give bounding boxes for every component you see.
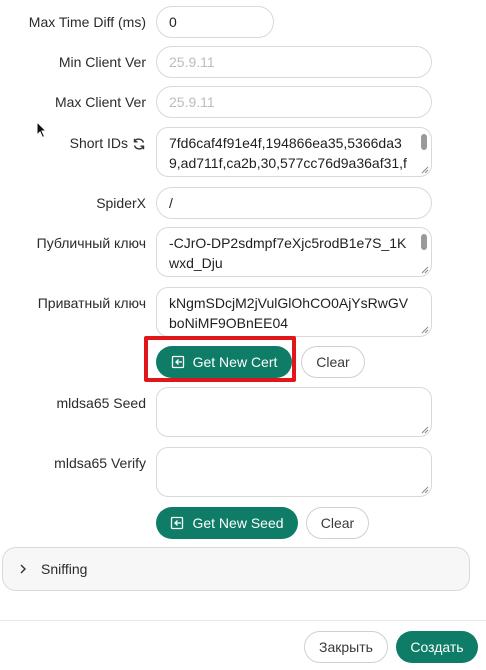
private-key-value: kNgmSDcjM2jVulGlOhCO0AjYsRwGVboNiMF9OBnE…: [169, 295, 409, 331]
get-new-seed-button[interactable]: Get New Seed: [156, 507, 298, 539]
max-client-ver-input[interactable]: 25.9.11: [156, 86, 432, 118]
public-key-label: Публичный ключ: [36, 235, 146, 251]
max-client-ver-label: Max Client Ver: [54, 94, 146, 110]
mouse-cursor-icon: [36, 121, 48, 139]
private-key-textarea[interactable]: kNgmSDcjM2jVulGlOhCO0AjYsRwGVboNiMF9OBnE…: [156, 287, 432, 337]
min-client-ver-placeholder: 25.9.11: [169, 54, 215, 70]
highlight-box: [144, 336, 296, 382]
short-ids-value: 7fd6caf4f91e4f,194866ea35,5366da39,ad711…: [169, 135, 407, 176]
short-ids-scrollbar[interactable]: [421, 134, 427, 150]
mldsa65-verify-textarea[interactable]: [156, 447, 432, 497]
max-time-diff-label: Max Time Diff (ms): [28, 14, 146, 30]
resize-handle-icon[interactable]: [419, 264, 429, 274]
resize-handle-icon[interactable]: [419, 484, 429, 494]
short-ids-textarea[interactable]: 7fd6caf4f91e4f,194866ea35,5366da39,ad711…: [156, 127, 432, 177]
public-key-scrollbar[interactable]: [421, 234, 427, 250]
min-client-ver-input[interactable]: 25.9.11: [156, 46, 432, 78]
mldsa65-seed-textarea[interactable]: [156, 387, 432, 437]
sniffing-label: Sniffing: [41, 561, 88, 577]
public-key-value: -CJrO-DP2sdmpf7eXjc5rodB1e7S_1Kwxd_Dju: [169, 235, 407, 271]
get-new-seed-label: Get New Seed: [192, 515, 284, 531]
min-client-ver-label: Min Client Ver: [58, 54, 146, 70]
private-key-label: Приватный ключ: [37, 295, 146, 311]
max-time-diff-input[interactable]: 0: [156, 6, 274, 38]
clear-seed-button[interactable]: Clear: [306, 507, 369, 539]
spiderx-input[interactable]: /: [156, 187, 432, 219]
public-key-textarea[interactable]: -CJrO-DP2sdmpf7eXjc5rodB1e7S_1Kwxd_Dju: [156, 227, 432, 277]
max-client-ver-placeholder: 25.9.11: [169, 94, 215, 110]
resize-handle-icon[interactable]: [419, 424, 429, 434]
sync-icon[interactable]: [132, 137, 146, 151]
mldsa65-seed-label: mldsa65 Seed: [56, 395, 146, 411]
spiderx-label: SpiderX: [96, 195, 146, 211]
import-icon: [171, 516, 184, 530]
footer-divider: [0, 620, 486, 621]
sniffing-collapse-header[interactable]: Sniffing: [2, 547, 470, 591]
create-button[interactable]: Создать: [396, 631, 478, 663]
resize-handle-icon[interactable]: [419, 324, 429, 334]
close-button[interactable]: Закрыть: [304, 631, 388, 663]
short-ids-label-text: Short IDs: [69, 135, 128, 151]
mldsa65-verify-label: mldsa65 Verify: [54, 455, 146, 471]
clear-cert-button[interactable]: Clear: [301, 346, 365, 378]
resize-handle-icon[interactable]: [419, 164, 429, 174]
short-ids-label: Short IDs: [70, 134, 146, 152]
chevron-right-icon: [20, 564, 26, 574]
